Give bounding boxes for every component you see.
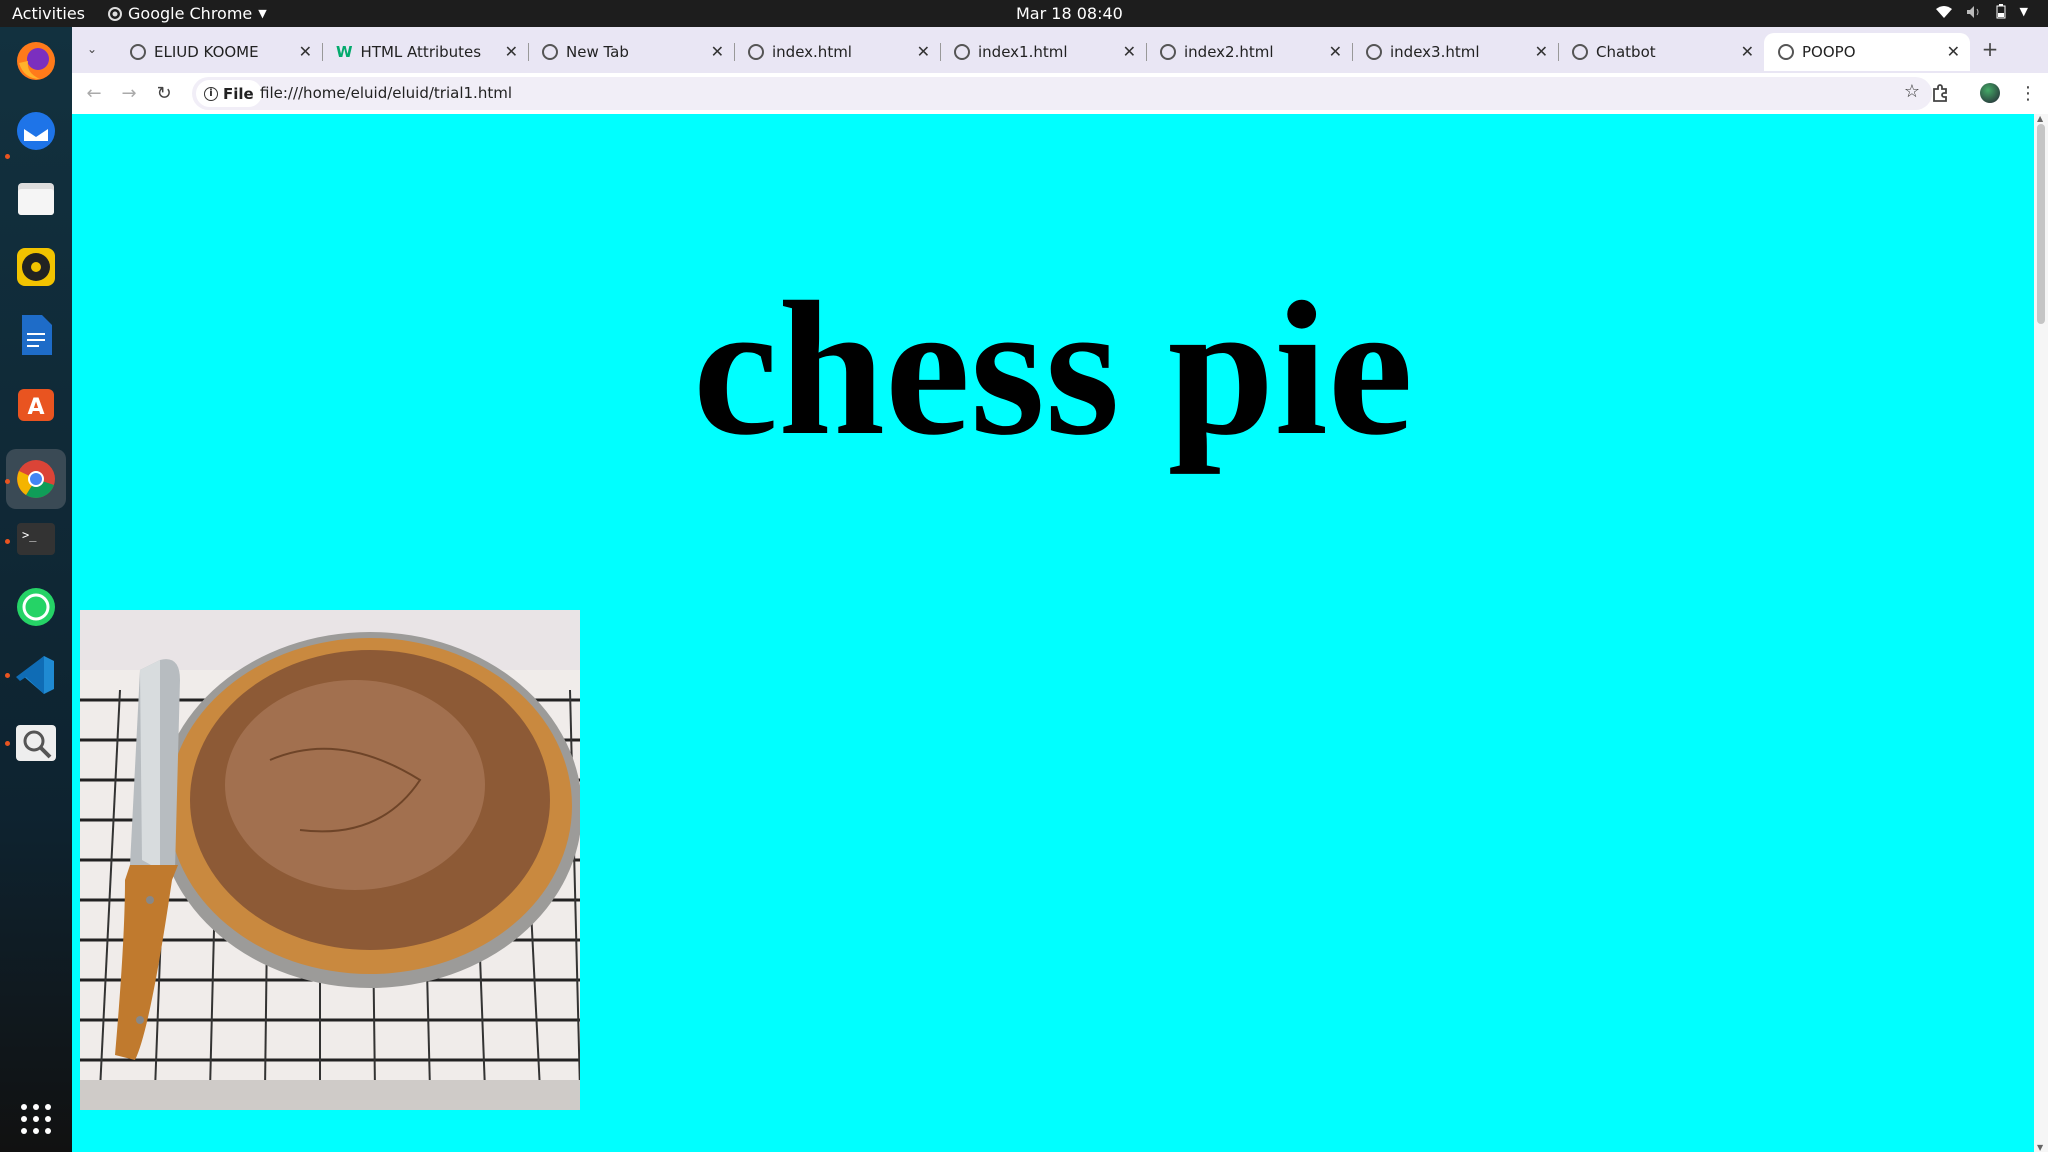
app-center-icon[interactable]: A xyxy=(14,381,58,425)
site-info-chip[interactable]: i File xyxy=(196,80,262,107)
files-icon[interactable] xyxy=(14,177,58,221)
close-icon[interactable]: ✕ xyxy=(299,42,312,61)
tab-label: ELIUD KOOME xyxy=(154,43,259,61)
tab-index1[interactable]: index1.html ✕ xyxy=(940,33,1147,71)
scroll-down-icon[interactable]: ▼ xyxy=(2037,1143,2043,1152)
url-text[interactable]: file:///home/eluid/eluid/trial1.html xyxy=(260,84,512,102)
close-icon[interactable]: ✕ xyxy=(505,42,518,61)
whatsapp-icon[interactable] xyxy=(14,585,58,629)
globe-icon xyxy=(1572,44,1588,60)
show-apps-icon[interactable] xyxy=(14,1097,58,1141)
svg-text:A: A xyxy=(27,395,44,420)
image-viewer-icon[interactable] xyxy=(14,721,58,765)
tab-eliud-koome[interactable]: ELIUD KOOME ✕ xyxy=(116,33,323,71)
w3schools-icon: W xyxy=(336,43,353,61)
scrollbar[interactable]: ▲ ▼ xyxy=(2034,114,2048,1152)
globe-icon xyxy=(954,44,970,60)
chrome-tab-icon xyxy=(542,44,558,60)
back-button[interactable]: ← xyxy=(82,81,106,105)
chevron-down-icon: ▼ xyxy=(258,7,267,20)
close-icon[interactable]: ✕ xyxy=(1123,42,1136,61)
tab-html-attributes[interactable]: W HTML Attributes ✕ xyxy=(322,33,529,71)
tab-label: POOPO xyxy=(1802,43,1856,61)
chrome-small-icon xyxy=(108,6,122,21)
thunderbird-icon[interactable] xyxy=(14,109,58,153)
system-tray[interactable]: ▼ xyxy=(1935,4,2028,19)
bookmark-star-icon[interactable]: ☆ xyxy=(1904,81,1920,102)
volume-icon xyxy=(1966,5,1979,18)
tab-new-tab[interactable]: New Tab ✕ xyxy=(528,33,735,71)
profile-button[interactable] xyxy=(1978,81,2002,105)
vscode-icon[interactable] xyxy=(14,653,58,697)
chevron-down-icon: ⌄ xyxy=(86,42,98,56)
forward-button[interactable]: → xyxy=(117,81,141,105)
app-name: Google Chrome xyxy=(128,4,253,23)
reload-button[interactable]: ↻ xyxy=(152,81,176,105)
tab-label: index2.html xyxy=(1184,43,1274,61)
tab-label: New Tab xyxy=(566,43,629,61)
page-content: chess pie xyxy=(72,114,2034,1152)
close-icon[interactable]: ✕ xyxy=(917,42,930,61)
globe-icon xyxy=(1366,44,1382,60)
tab-strip: ⌄ ELIUD KOOME ✕ W HTML Attributes ✕ New … xyxy=(72,27,2048,73)
close-icon[interactable]: ✕ xyxy=(1329,42,1342,61)
scrollbar-thumb[interactable] xyxy=(2037,124,2045,324)
svg-text:>_: >_ xyxy=(22,528,37,542)
tab-search-button[interactable]: ⌄ xyxy=(80,37,104,61)
tab-label: index3.html xyxy=(1390,43,1480,61)
app-menu[interactable]: Google Chrome ▼ xyxy=(108,4,267,23)
globe-icon xyxy=(130,44,146,60)
new-tab-button[interactable]: + xyxy=(1978,37,2002,61)
reload-icon: ↻ xyxy=(156,82,172,104)
tab-label: index1.html xyxy=(978,43,1068,61)
scheme-label: File xyxy=(223,84,254,103)
avatar xyxy=(1980,83,2000,103)
tab-index3[interactable]: index3.html ✕ xyxy=(1352,33,1559,71)
extensions-button[interactable] xyxy=(1928,81,1952,105)
globe-icon xyxy=(1778,44,1794,60)
close-icon[interactable]: ✕ xyxy=(711,42,724,61)
kebab-menu-icon: ⋮ xyxy=(2019,82,2037,104)
terminal-icon[interactable]: >_ xyxy=(14,517,58,561)
tab-index[interactable]: index.html ✕ xyxy=(734,33,941,71)
activities-button[interactable]: Activities xyxy=(12,4,85,23)
info-icon: i xyxy=(204,86,218,101)
clock[interactable]: Mar 18 08:40 xyxy=(1016,4,1123,23)
menu-button[interactable]: ⋮ xyxy=(2016,81,2040,105)
globe-icon xyxy=(1160,44,1176,60)
chrome-icon[interactable] xyxy=(6,449,66,509)
dock: A >_ xyxy=(0,27,72,1152)
rhythmbox-icon[interactable] xyxy=(14,245,58,289)
tab-chatbot[interactable]: Chatbot ✕ xyxy=(1558,33,1764,71)
puzzle-icon xyxy=(1933,84,1947,102)
battery-icon xyxy=(1996,4,2006,19)
chevron-down-icon: ▼ xyxy=(2019,5,2028,18)
globe-icon xyxy=(748,44,764,60)
arrow-right-icon: → xyxy=(121,82,137,104)
chess-pie-photo xyxy=(80,610,580,1110)
close-icon[interactable]: ✕ xyxy=(1741,42,1754,61)
toolbar: ← → ↻ i File file:///home/eluid/eluid/tr… xyxy=(72,73,2048,114)
tab-label: index.html xyxy=(772,43,852,61)
close-icon[interactable]: ✕ xyxy=(1947,42,1960,61)
page-heading: chess pie xyxy=(693,262,1413,475)
tab-index2[interactable]: index2.html ✕ xyxy=(1146,33,1353,71)
address-bar[interactable]: i File file:///home/eluid/eluid/trial1.h… xyxy=(192,77,1932,110)
browser-window: ⌄ ELIUD KOOME ✕ W HTML Attributes ✕ New … xyxy=(72,27,2048,114)
scroll-up-icon[interactable]: ▲ xyxy=(2037,114,2043,123)
arrow-left-icon: ← xyxy=(86,82,102,104)
firefox-icon[interactable] xyxy=(14,39,58,83)
tab-poopo[interactable]: POOPO ✕ xyxy=(1764,33,1970,71)
tab-label: HTML Attributes xyxy=(360,43,482,61)
close-icon[interactable]: ✕ xyxy=(1535,42,1548,61)
tab-label: Chatbot xyxy=(1596,43,1656,61)
wifi-icon xyxy=(1935,5,1952,18)
system-top-bar: Activities Google Chrome ▼ Mar 18 08:40 … xyxy=(0,0,2048,27)
writer-icon[interactable] xyxy=(14,313,58,357)
